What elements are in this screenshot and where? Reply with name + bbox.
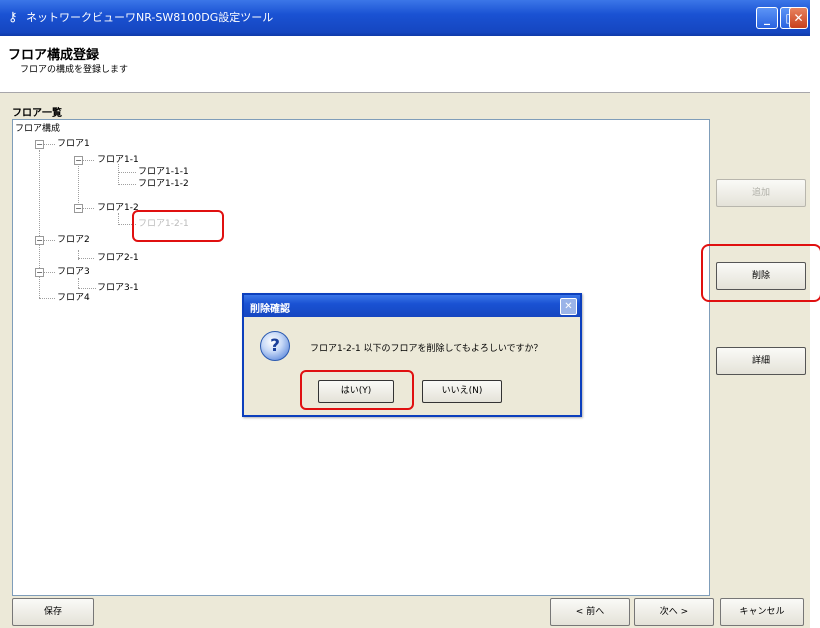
page-header: フロア構成登録 フロアの構成を登録します — [0, 36, 810, 93]
tree-expander[interactable]: − — [74, 156, 83, 165]
tree-node-floor1-1[interactable]: フロア1-1 — [97, 155, 139, 166]
add-button[interactable]: 追加 — [716, 179, 806, 207]
title-bar[interactable]: ⚷ ネットワークビューワNR-SW8100DG設定ツール _ □ ✕ — [0, 0, 810, 36]
tree-expander[interactable]: − — [35, 236, 44, 245]
tree-connector — [78, 278, 79, 288]
detail-button[interactable]: 詳細 — [716, 347, 806, 375]
key-icon: ⚷ — [8, 10, 18, 25]
page-subtitle: フロアの構成を登録します — [20, 65, 129, 75]
cancel-button[interactable]: キャンセル — [720, 598, 804, 626]
page-title: フロア構成登録 — [8, 48, 100, 63]
tree-node-floor2-1[interactable]: フロア2-1 — [97, 253, 139, 264]
question-icon: ? — [260, 331, 290, 361]
tree-node-floor2[interactable]: フロア2 — [57, 235, 90, 246]
tree-connector — [118, 172, 136, 173]
tree-expander[interactable]: − — [74, 204, 83, 213]
tree-node-floor1[interactable]: フロア1 — [57, 139, 90, 150]
tree-node-floor3-1[interactable]: フロア3-1 — [97, 283, 139, 294]
tree-node-root[interactable]: フロア構成 — [15, 124, 60, 135]
tree-node-floor3[interactable]: フロア3 — [57, 267, 90, 278]
tree-expander[interactable]: − — [35, 268, 44, 277]
dialog-title: 削除確認 — [250, 304, 290, 315]
tree-expander[interactable]: − — [35, 140, 44, 149]
tree-node-floor1-1-1[interactable]: フロア1-1-1 — [138, 167, 189, 178]
minimize-button[interactable]: _ — [756, 7, 778, 29]
no-button[interactable]: いいえ(N) — [422, 380, 502, 403]
highlight-box — [132, 210, 224, 242]
tree-node-floor1-1-2[interactable]: フロア1-1-2 — [138, 179, 189, 190]
highlight-box — [701, 244, 820, 302]
tree-connector — [78, 288, 96, 289]
highlight-box — [300, 370, 414, 410]
back-button[interactable]: < 前へ — [550, 598, 630, 626]
app-window: ⚷ ネットワークビューワNR-SW8100DG設定ツール _ □ ✕ フロア構成… — [0, 0, 820, 628]
close-button[interactable]: ✕ — [789, 7, 808, 29]
next-button[interactable]: 次へ > — [634, 598, 714, 626]
bottom-bar: 保存 < 前へ 次へ > キャンセル — [12, 598, 810, 628]
dialog-close-button[interactable]: ✕ — [560, 298, 577, 315]
floor-list-label: フロア一覧 — [12, 108, 62, 119]
tree-connector — [118, 164, 119, 183]
dialog-message: フロア1-2-1 以下のフロアを削除してもよろしいですか？ — [310, 344, 543, 354]
tree-connector — [118, 184, 136, 185]
tree-node-floor4[interactable]: フロア4 — [57, 293, 90, 304]
tree-connector — [78, 258, 94, 259]
tree-connector — [39, 298, 55, 299]
save-button[interactable]: 保存 — [12, 598, 94, 626]
dialog-title-bar[interactable]: 削除確認 ✕ — [244, 295, 580, 317]
window-title: ネットワークビューワNR-SW8100DG設定ツール — [26, 11, 274, 24]
